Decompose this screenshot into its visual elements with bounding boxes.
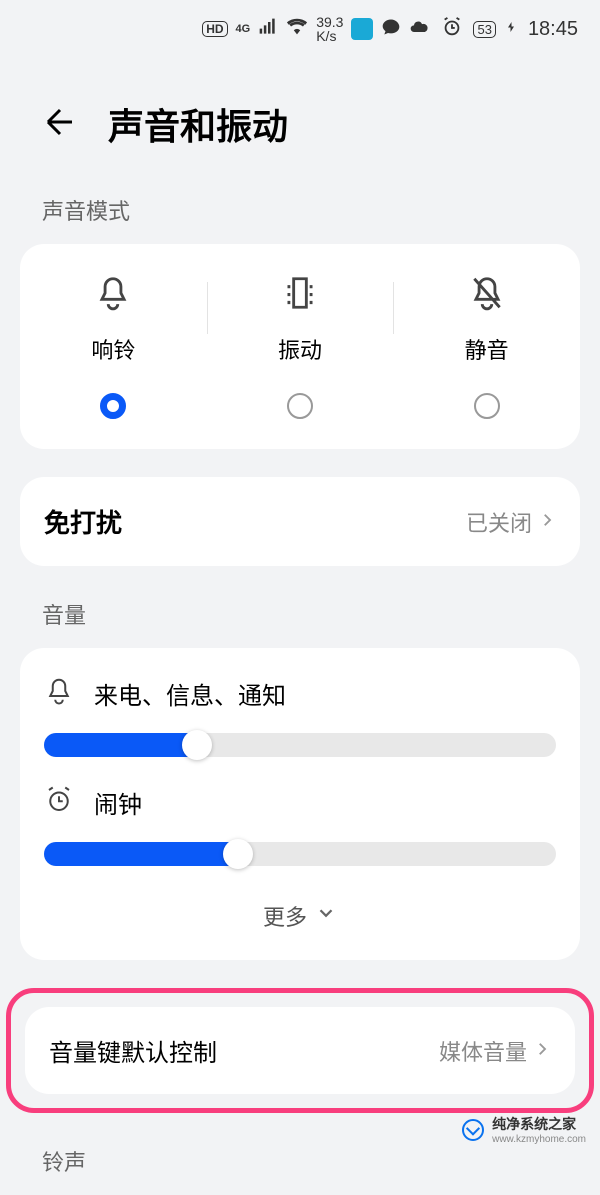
cloud-icon xyxy=(409,17,429,42)
sound-mode-card: 响铃 振动 静音 xyxy=(20,244,580,449)
page-title: 声音和振动 xyxy=(108,98,288,150)
volume-label: 来电、信息、通知 xyxy=(94,676,286,711)
app-icon xyxy=(351,18,373,40)
radio-selected[interactable] xyxy=(100,393,126,419)
sound-mode-vibrate[interactable]: 振动 xyxy=(207,274,394,419)
dnd-value: 已关闭 xyxy=(466,506,532,538)
chevron-right-icon xyxy=(533,1038,551,1064)
chat-icon xyxy=(381,17,401,42)
watermark-main: 纯净系统之家 xyxy=(492,1114,586,1134)
battery-indicator: 53 xyxy=(473,21,495,38)
wifi-icon xyxy=(286,16,308,43)
vibrate-icon xyxy=(281,274,319,317)
mode-label: 响铃 xyxy=(91,333,135,365)
mode-label: 振动 xyxy=(278,333,322,365)
alarm-icon xyxy=(441,16,463,43)
dnd-title: 免打扰 xyxy=(44,503,122,540)
volume-label: 闹钟 xyxy=(94,785,142,820)
radio-unselected[interactable] xyxy=(474,393,500,419)
section-label-volume: 音量 xyxy=(0,594,600,648)
slider-thumb[interactable] xyxy=(223,839,253,869)
volume-slider-alarm[interactable] xyxy=(44,842,556,866)
bell-off-icon xyxy=(468,274,506,317)
signal-icon xyxy=(258,17,278,42)
watermark-url: www.kzmyhome.com xyxy=(492,1134,586,1145)
status-bar: HD 4G 39.3 K/s 53 18:45 xyxy=(0,0,600,58)
more-label: 更多 xyxy=(263,900,307,932)
watermark-icon xyxy=(462,1119,484,1141)
radio-unselected[interactable] xyxy=(287,393,313,419)
network-gen: 4G xyxy=(236,23,251,35)
volume-key-title: 音量键默认控制 xyxy=(49,1033,217,1068)
volume-row-ring-notif: 来电、信息、通知 xyxy=(44,676,556,757)
dnd-row[interactable]: 免打扰 已关闭 xyxy=(20,477,580,566)
sound-mode-ring[interactable]: 响铃 xyxy=(20,274,207,419)
slider-thumb[interactable] xyxy=(182,730,212,760)
back-arrow-icon[interactable] xyxy=(42,104,78,145)
volume-key-value: 媒体音量 xyxy=(439,1035,527,1067)
volume-slider-ring[interactable] xyxy=(44,733,556,757)
section-label-sound-mode: 声音模式 xyxy=(0,190,600,244)
volume-key-row[interactable]: 音量键默认控制 媒体音量 xyxy=(25,1007,575,1094)
bell-outline-icon xyxy=(44,676,74,711)
bell-icon xyxy=(94,274,132,317)
charging-icon xyxy=(506,18,518,41)
hd-badge: HD xyxy=(202,21,227,37)
clock-time: 18:45 xyxy=(528,18,578,41)
chevron-down-icon xyxy=(315,902,337,930)
highlight-box: 音量键默认控制 媒体音量 xyxy=(6,988,594,1113)
volume-card: 来电、信息、通知 闹钟 更多 xyxy=(20,648,580,960)
watermark: 纯净系统之家 www.kzmyhome.com xyxy=(462,1114,586,1145)
volume-more-row[interactable]: 更多 xyxy=(44,894,556,960)
mode-label: 静音 xyxy=(465,333,509,365)
header: 声音和振动 xyxy=(0,58,600,190)
chevron-right-icon xyxy=(538,509,556,535)
alarm-outline-icon xyxy=(44,785,74,820)
volume-row-alarm: 闹钟 xyxy=(44,785,556,866)
section-label-ringtone: 铃声 xyxy=(0,1141,600,1195)
sound-mode-mute[interactable]: 静音 xyxy=(393,274,580,419)
network-speed: 39.3 K/s xyxy=(316,15,343,43)
